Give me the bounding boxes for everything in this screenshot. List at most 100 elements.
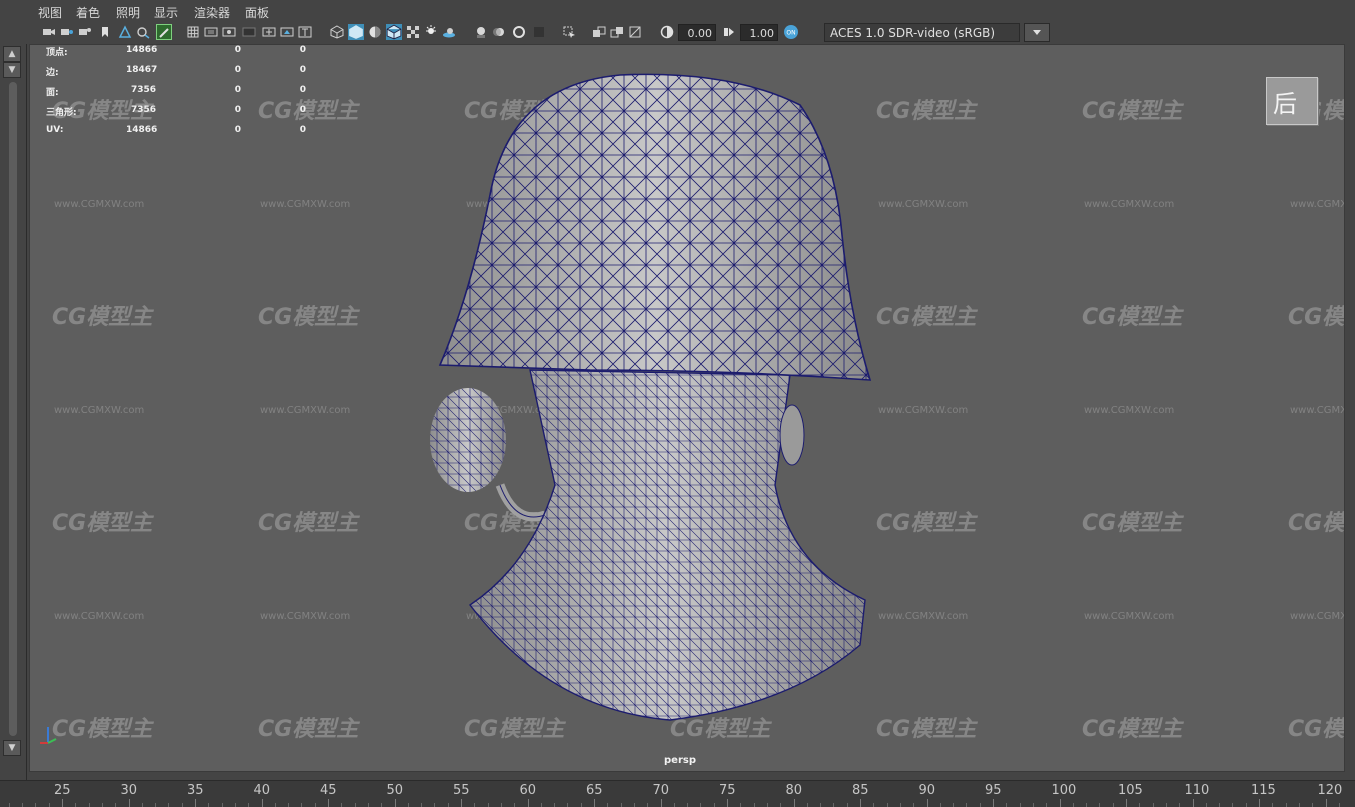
timeline-minor-tick (620, 803, 622, 807)
timeline-minor-tick (687, 803, 689, 807)
timeline-minor-tick (514, 803, 516, 807)
axis-gizmo-icon (40, 727, 57, 744)
timeline-minor-tick (1099, 803, 1101, 807)
field-chart-icon[interactable] (262, 25, 276, 39)
timeline-minor-tick (288, 803, 290, 807)
timeline-minor-tick (713, 803, 715, 807)
timeline-minor-tick (780, 803, 782, 807)
camera-attributes-icon[interactable] (60, 25, 74, 39)
motion-blur-icon[interactable] (492, 25, 506, 39)
color-management-icon[interactable]: ON (783, 24, 799, 40)
timeline-minor-tick (234, 803, 236, 807)
grease-pencil-icon[interactable] (136, 25, 150, 39)
textured-icon[interactable] (406, 25, 420, 39)
timeline-minor-tick (1245, 803, 1247, 807)
timeline-tick-label: 60 (519, 783, 537, 798)
grid-icon[interactable] (186, 25, 200, 39)
wireframe-icon[interactable] (330, 25, 344, 39)
xray-components-icon[interactable] (628, 25, 642, 39)
timeline-minor-tick (141, 803, 143, 807)
exposure-field[interactable]: 0.00 (678, 24, 716, 41)
wireframe-on-shaded-icon[interactable] (386, 24, 402, 40)
exposure-icon[interactable] (660, 25, 674, 39)
timeline-tick-label: 120 (1317, 783, 1343, 798)
timeline-minor-tick (1312, 803, 1314, 807)
bookmark-camera-icon[interactable] (78, 25, 92, 39)
timeline-minor-tick (1139, 803, 1141, 807)
bookmark-icon[interactable] (98, 25, 112, 39)
timeline-tick-label: 105 (1118, 783, 1143, 798)
timeline-minor-tick (274, 803, 276, 807)
isolate-select-icon[interactable] (562, 25, 576, 39)
image-plane-icon[interactable] (118, 25, 132, 39)
chevron-down-icon[interactable] (1024, 23, 1050, 42)
timeline-minor-tick (48, 803, 50, 807)
smooth-shade-icon[interactable] (348, 24, 364, 40)
menu-shading[interactable]: 着色 (76, 4, 100, 21)
resolution-gate-icon[interactable] (222, 25, 236, 39)
strip-menu-icon[interactable]: ▼ (3, 62, 21, 78)
timeline-minor-tick (820, 803, 822, 807)
menu-renderer[interactable]: 渲染器 (194, 4, 230, 21)
film-gate-icon[interactable] (204, 25, 218, 39)
timeline-minor-tick (607, 803, 609, 807)
xray-icon[interactable] (592, 25, 606, 39)
menu-lighting[interactable]: 照明 (116, 4, 140, 21)
screen-space-ao-icon[interactable] (474, 25, 488, 39)
timeline-minor-tick (181, 803, 183, 807)
timeline-minor-tick (953, 803, 955, 807)
timeline-minor-tick (886, 803, 888, 807)
timeline-minor-tick (434, 803, 436, 807)
shadows-icon[interactable] (442, 25, 456, 39)
menu-panels[interactable]: 面板 (245, 4, 269, 21)
timeline-tick-label: 115 (1251, 783, 1276, 798)
strip-up-arrow-icon[interactable]: ▲ (3, 46, 21, 62)
hud-row-vertices: 顶点: 14866 0 0 (46, 45, 306, 58)
default-material-icon[interactable] (368, 25, 382, 39)
timeline-minor-tick (1112, 803, 1114, 807)
timeline-minor-tick (301, 803, 303, 807)
timeline-minor-tick (647, 803, 649, 807)
timeline-tick-label: 35 (187, 783, 204, 798)
strip-down-arrow-icon[interactable]: ▼ (3, 740, 21, 756)
timeline-tick-label: 75 (719, 783, 736, 798)
timeline-minor-tick (873, 803, 875, 807)
timeline-minor-tick (248, 803, 250, 807)
menu-show[interactable]: 显示 (154, 4, 178, 21)
timeline-minor-tick (407, 803, 409, 807)
strip-scrollbar[interactable] (9, 82, 17, 736)
select-camera-icon[interactable] (42, 25, 56, 39)
svg-text:ON: ON (786, 30, 795, 37)
view-cube[interactable]: 后 (1266, 77, 1318, 125)
gamma-field[interactable]: 1.00 (740, 24, 778, 41)
time-slider[interactable]: 25 30 35 40 45 50 55 60 65 70 75 80 85 90 95 100 105 110 1… (0, 780, 1355, 807)
timeline-minor-tick (447, 803, 449, 807)
left-tool-strip: ▲ ▼ ▼ (0, 0, 27, 780)
depth-of-field-icon[interactable] (532, 25, 546, 39)
pencil-tool-icon[interactable] (156, 24, 172, 40)
safe-title-icon[interactable] (298, 25, 312, 39)
timeline-minor-tick (1072, 803, 1074, 807)
timeline-minor-tick (554, 803, 556, 807)
timeline-minor-tick (1232, 803, 1234, 807)
gate-mask-icon[interactable] (242, 25, 256, 39)
anti-aliasing-icon[interactable] (512, 25, 526, 39)
use-all-lights-icon[interactable] (424, 25, 438, 39)
timeline-minor-tick (221, 803, 223, 807)
timeline-minor-tick (22, 803, 24, 807)
timeline-minor-tick (540, 803, 542, 807)
timeline-minor-tick (1086, 803, 1088, 807)
timeline-tick-label: 50 (386, 783, 404, 798)
timeline-tick-label: 65 (586, 783, 603, 798)
timeline-minor-tick (966, 803, 968, 807)
timeline-minor-tick (580, 803, 582, 807)
xray-joints-icon[interactable] (610, 25, 624, 39)
safe-action-icon[interactable] (280, 25, 294, 39)
timeline-minor-tick (806, 803, 808, 807)
panel-toolbar: 0.00 1.00 ON ACES 1.0 SDR-video (sRGB) (26, 22, 1355, 44)
menu-view[interactable]: 视图 (38, 4, 62, 21)
color-space-dropdown[interactable]: ACES 1.0 SDR-video (sRGB) (824, 23, 1020, 42)
timeline-tick-label: 40 (253, 783, 271, 798)
gamma-icon[interactable] (722, 25, 736, 39)
3d-viewport[interactable]: CG模型主 www.CGMXW.com CG模型主 www.CGMXW.com CG模型… (29, 44, 1345, 772)
